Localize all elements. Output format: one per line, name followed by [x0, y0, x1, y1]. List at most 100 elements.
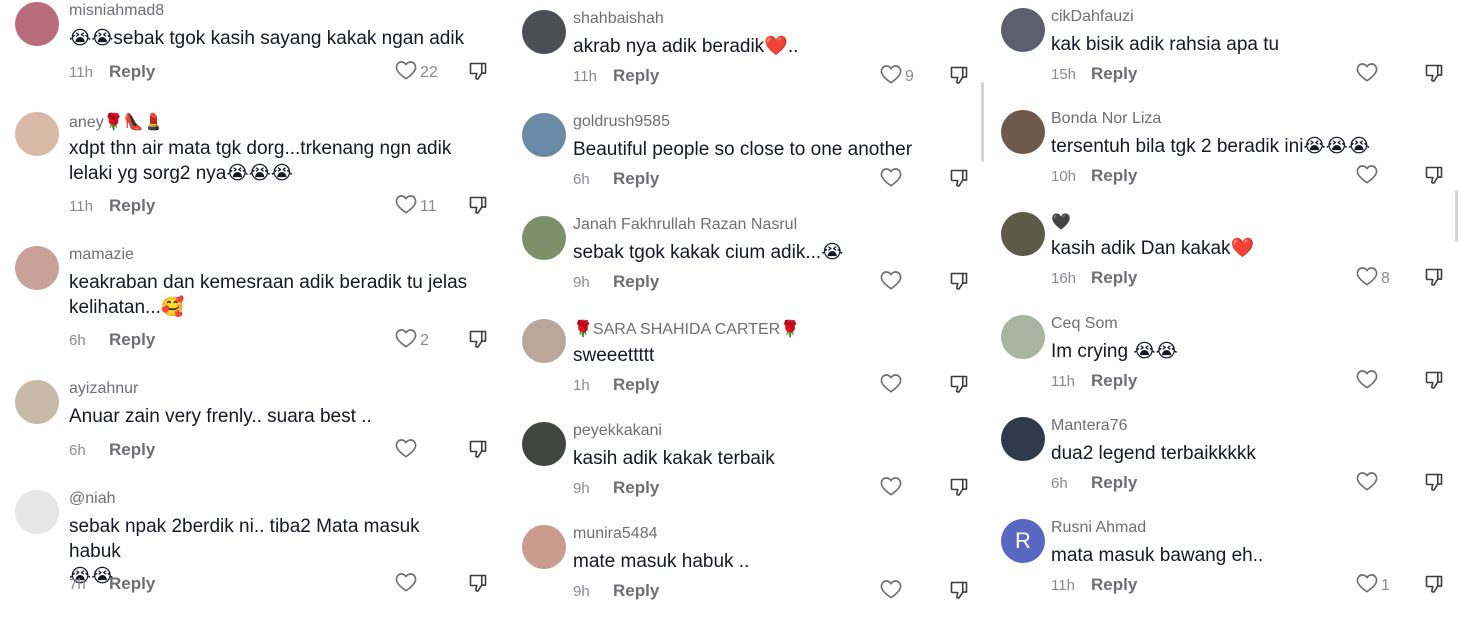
- comment-username[interactable]: @niah: [69, 490, 116, 508]
- dislike-button[interactable]: [1424, 63, 1444, 88]
- comment-username[interactable]: Janah Fakhrullah Razan Nasrul: [573, 216, 797, 234]
- dislike-button[interactable]: [468, 195, 488, 220]
- dislike-button[interactable]: [468, 439, 488, 464]
- like-button[interactable]: [880, 476, 905, 501]
- comment-username[interactable]: shahbaishah: [573, 10, 664, 28]
- like-button[interactable]: [880, 579, 905, 604]
- comment-username[interactable]: cikDahfauzi: [1051, 8, 1134, 26]
- avatar[interactable]: [522, 10, 566, 54]
- avatar[interactable]: [1001, 8, 1045, 52]
- comment-item: @niah sebak npak 2berdik ni.. tiba2 Mata …: [0, 490, 500, 593]
- comment-username[interactable]: 🖤: [1051, 212, 1071, 232]
- dislike-button[interactable]: [949, 271, 969, 296]
- scrollbar[interactable]: [981, 82, 984, 162]
- like-button[interactable]: [1356, 164, 1381, 189]
- reply-button[interactable]: Reply: [1091, 473, 1137, 493]
- reply-button[interactable]: Reply: [109, 62, 155, 82]
- like-button[interactable]: 2: [395, 328, 429, 353]
- comment-username[interactable]: Rusni Ahmad: [1051, 519, 1146, 537]
- thumbs-down-icon: [1424, 268, 1444, 291]
- reply-button[interactable]: Reply: [613, 478, 659, 498]
- dislike-button[interactable]: [949, 477, 969, 502]
- dislike-button[interactable]: [1424, 165, 1444, 190]
- avatar[interactable]: [1001, 212, 1045, 256]
- like-button[interactable]: [395, 438, 420, 463]
- like-button[interactable]: [395, 572, 420, 597]
- reply-button[interactable]: Reply: [1091, 575, 1137, 595]
- reply-button[interactable]: Reply: [1091, 371, 1137, 391]
- reply-button[interactable]: Reply: [109, 574, 155, 594]
- heart-outline-icon: [1356, 62, 1378, 87]
- heart-outline-icon: [880, 270, 902, 295]
- heart-outline-icon: [880, 373, 902, 398]
- comment-username[interactable]: peyekkakani: [573, 422, 662, 440]
- avatar[interactable]: [522, 319, 566, 363]
- reply-button[interactable]: Reply: [109, 330, 155, 350]
- dislike-button[interactable]: [1424, 472, 1444, 497]
- comment-username[interactable]: aney🌹👠💄: [69, 112, 163, 132]
- dislike-button[interactable]: [1424, 267, 1444, 292]
- like-button[interactable]: 1: [1356, 573, 1390, 598]
- reply-button[interactable]: Reply: [613, 272, 659, 292]
- comment-username[interactable]: Bonda Nor Liza: [1051, 110, 1161, 128]
- like-button[interactable]: 22: [395, 60, 438, 85]
- avatar[interactable]: R: [1001, 519, 1045, 563]
- avatar[interactable]: [1001, 417, 1045, 461]
- comment-username[interactable]: munira5484: [573, 525, 658, 543]
- dislike-button[interactable]: [949, 374, 969, 399]
- like-button[interactable]: [880, 270, 905, 295]
- like-button[interactable]: [1356, 369, 1381, 394]
- like-button[interactable]: 9: [880, 64, 914, 89]
- avatar[interactable]: [15, 112, 59, 156]
- dislike-button[interactable]: [1424, 370, 1444, 395]
- like-button[interactable]: 11: [395, 194, 437, 219]
- avatar[interactable]: [522, 525, 566, 569]
- avatar[interactable]: [15, 490, 59, 534]
- avatar[interactable]: [522, 113, 566, 157]
- comment-username[interactable]: Ceq Som: [1051, 315, 1118, 333]
- reply-button[interactable]: Reply: [613, 581, 659, 601]
- thumbs-down-icon: [1424, 371, 1444, 394]
- heart-outline-icon: [1356, 573, 1378, 598]
- reply-button[interactable]: Reply: [1091, 268, 1137, 288]
- thumbs-down-icon: [468, 440, 488, 463]
- dislike-button[interactable]: [949, 580, 969, 605]
- avatar[interactable]: [1001, 315, 1045, 359]
- like-button[interactable]: [1356, 62, 1381, 87]
- like-button[interactable]: 8: [1356, 266, 1390, 291]
- thumbs-down-icon: [468, 196, 488, 219]
- avatar[interactable]: [15, 246, 59, 290]
- reply-button[interactable]: Reply: [613, 169, 659, 189]
- avatar[interactable]: [15, 380, 59, 424]
- like-button[interactable]: [1356, 471, 1381, 496]
- reply-button[interactable]: Reply: [1091, 166, 1137, 186]
- comment-time: 11h: [1051, 373, 1075, 390]
- avatar[interactable]: [522, 422, 566, 466]
- dislike-button[interactable]: [949, 65, 969, 90]
- comment-username[interactable]: 🌹SARA SHAHIDA CARTER🌹: [573, 319, 800, 339]
- reply-button[interactable]: Reply: [1091, 64, 1137, 84]
- reply-button[interactable]: Reply: [109, 196, 155, 216]
- avatar[interactable]: [522, 216, 566, 260]
- comment-item: Bonda Nor Liza tersentuh bila tgk 2 berad…: [985, 110, 1461, 210]
- like-button[interactable]: [880, 373, 905, 398]
- dislike-button[interactable]: [468, 573, 488, 598]
- like-button[interactable]: [880, 167, 905, 192]
- comment-username[interactable]: misniahmad8: [69, 2, 164, 20]
- reply-button[interactable]: Reply: [613, 66, 659, 86]
- comment-username[interactable]: goldrush9585: [573, 113, 670, 131]
- dislike-button[interactable]: [468, 61, 488, 86]
- comment-time: 1h: [573, 377, 590, 394]
- comment-username[interactable]: Mantera76: [1051, 417, 1128, 435]
- dislike-button[interactable]: [1424, 574, 1444, 599]
- dislike-button[interactable]: [468, 329, 488, 354]
- comment-time: 7h: [69, 576, 86, 593]
- dislike-button[interactable]: [949, 168, 969, 193]
- avatar[interactable]: [1001, 110, 1045, 154]
- comment-username[interactable]: ayizahnur: [69, 380, 138, 398]
- reply-button[interactable]: Reply: [613, 375, 659, 395]
- reply-button[interactable]: Reply: [109, 440, 155, 460]
- avatar[interactable]: [15, 2, 59, 46]
- comment-username[interactable]: mamazie: [69, 246, 134, 264]
- scrollbar[interactable]: [1455, 190, 1458, 242]
